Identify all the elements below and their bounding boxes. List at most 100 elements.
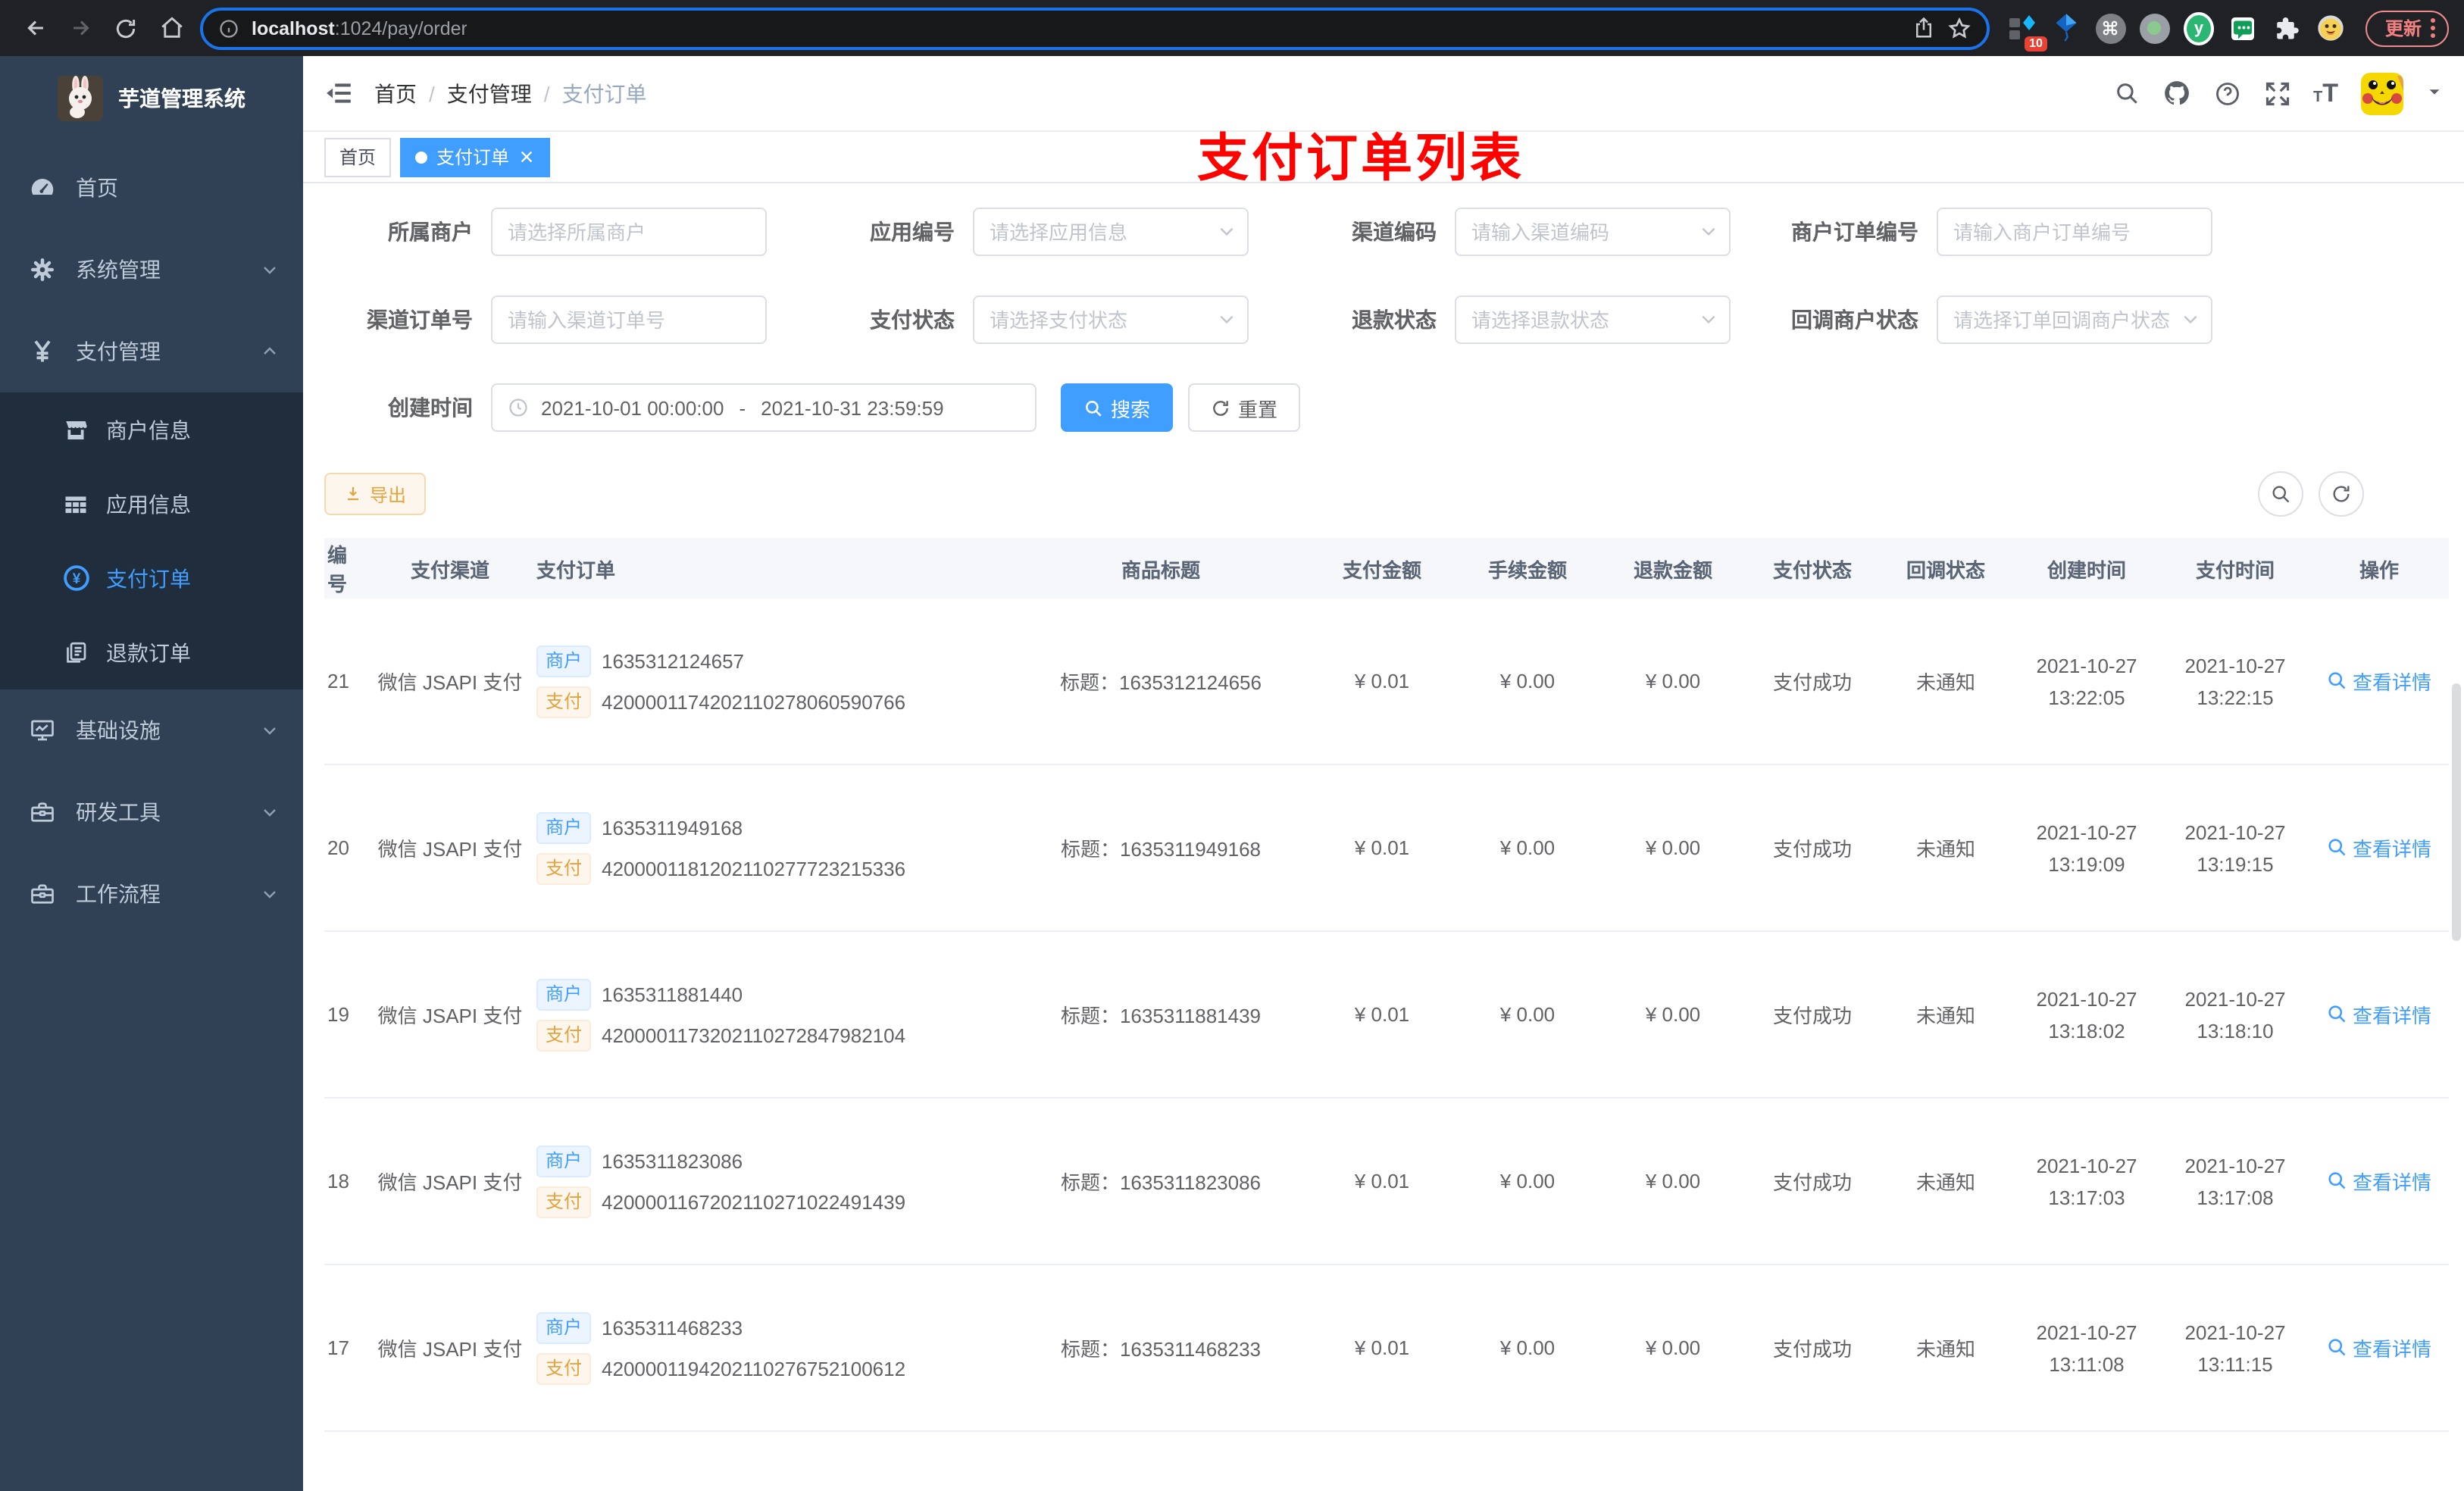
text-input-商户订单编号[interactable] [1937,208,2212,256]
cell-channel: 微信 JSAPI 支付 [377,1338,523,1361]
view-detail-link[interactable]: 查看详情 [2327,833,2431,862]
paid-part: 2021-10-27 [2184,821,2286,843]
column-header-order: 支付订单 [536,558,616,581]
cell-channel: 微信 JSAPI 支付 [377,1005,523,1027]
select-input-应用编号[interactable] [973,208,1249,256]
extension-record-icon[interactable] [2139,13,2170,43]
app-logo[interactable]: 芋道管理系统 [0,56,303,141]
breadcrumb-item-首页[interactable]: 首页 [374,78,417,108]
filter-field-渠道编码: 渠道编码 [1288,208,1770,256]
show-search-icon[interactable] [2258,471,2303,517]
sidebar-item-label: 商户信息 [106,417,191,442]
grid-icon [61,490,91,517]
address-bar[interactable]: localhost:1024/pay/order [200,7,1990,49]
cell-amount: ¥ 0.01 [1354,1170,1410,1192]
breadcrumb-item-支付管理[interactable]: 支付管理 [447,78,532,108]
sidebar-item-工作流程[interactable]: 工作流程 [0,853,303,935]
browser-menu-icon[interactable] [2431,18,2435,38]
help-icon[interactable] [2213,80,2240,107]
date-filter-row: 创建时间 2021-10-01 00:00:00 - 2021-10-31 23… [324,383,2449,432]
paid-part: 13:19:15 [2197,852,2274,875]
created-part: 13:22:05 [2048,686,2125,708]
avatar-caret-icon[interactable] [2426,80,2443,107]
tag-支付订单[interactable]: 支付订单 [400,137,551,177]
paid-part: 2021-10-27 [2184,1154,2286,1177]
column-header-created: 创建时间 [2047,558,2126,581]
sidebar-item-应用信息[interactable]: 应用信息 [0,467,303,541]
scrollbar[interactable] [2452,683,2461,941]
sidebar-item-label: 首页 [76,176,118,200]
forward-icon[interactable] [61,8,100,48]
view-detail-link[interactable]: 查看详情 [2327,1167,2431,1196]
back-icon[interactable] [15,8,55,48]
filter-label: 渠道编码 [1352,220,1437,244]
cell-action: 查看详情 [2309,1333,2449,1363]
github-icon[interactable] [2162,79,2190,108]
fullscreen-icon[interactable] [2263,80,2290,107]
extensions-puzzle-icon[interactable] [2272,13,2302,43]
select-渠道编码 [1455,208,1731,256]
sidebar-item-退款订单[interactable]: 退款订单 [0,615,303,689]
reset-button[interactable]: 重置 [1188,383,1301,432]
select-input-回调商户状态[interactable] [1937,295,2212,344]
sidebar-item-商户信息[interactable]: 商户信息 [0,392,303,467]
extension-kite-icon[interactable] [2052,13,2082,43]
export-button[interactable]: 导出 [324,473,427,515]
sidebar-item-支付管理[interactable]: 支付管理 [0,311,303,392]
search-button[interactable]: 搜索 [1061,383,1174,432]
sidebar-item-研发工具[interactable]: 研发工具 [0,771,303,853]
chevron-down-icon [261,885,279,903]
sidebar-item-基础设施[interactable]: 基础设施 [0,689,303,771]
text-input-渠道订单号[interactable] [491,295,767,344]
table-tools [2258,471,2364,517]
date-range-input[interactable]: 2021-10-01 00:00:00 - 2021-10-31 23:59:5… [491,383,1037,432]
sidebar-item-首页[interactable]: 首页 [0,147,303,229]
extension-command-icon[interactable] [2095,13,2126,43]
user-avatar[interactable] [2361,72,2403,114]
channel-order-no: 4200001181202110277723215336 [602,857,906,880]
filter-label: 商户订单编号 [1791,220,1918,244]
cell-channel: 微信 JSAPI 支付 [377,1171,523,1194]
extension-y-icon[interactable]: y [2183,11,2214,45]
view-detail-link[interactable]: 查看详情 [2327,1333,2431,1362]
yen-icon [27,338,58,365]
home-icon[interactable] [152,8,191,48]
profile-emoji-icon[interactable] [2315,13,2346,43]
cell-order: 商户 1635312124657 支付 42000011742021102780605… [530,636,1012,727]
select-input-支付状态[interactable] [973,295,1249,344]
cell-created: 2021-10-27 13:18:02 [2012,983,2161,1046]
sidebar-item-label: 工作流程 [76,882,161,906]
share-icon[interactable] [1912,17,1935,39]
header-search-icon[interactable] [2113,80,2139,106]
refresh-icon[interactable] [2319,471,2364,517]
breadcrumb-separator: / [543,81,550,105]
channel-order-no: 4200001173202110272847982104 [602,1024,906,1046]
sidebar-item-支付订单[interactable]: ¥ 支付订单 [0,541,303,615]
sidebar-toggle-icon[interactable] [324,79,353,108]
text-input-所属商户[interactable] [491,208,767,256]
cell-amount: ¥ 0.01 [1354,836,1410,859]
tag-close-icon[interactable] [518,148,535,165]
column-header-paid: 支付时间 [2195,558,2275,581]
cell-created: 2021-10-27 13:22:05 [2012,649,2161,713]
extension-chat-icon[interactable] [2228,13,2258,43]
sidebar-item-系统管理[interactable]: 系统管理 [0,229,303,311]
date-filter-label: 创建时间 [388,395,473,420]
tag-首页[interactable]: 首页 [324,137,392,177]
bookmark-star-icon[interactable] [1947,16,1972,40]
created-part: 2021-10-27 [2036,987,2137,1010]
view-detail-link[interactable]: 查看详情 [2327,667,2431,695]
view-detail-link[interactable]: 查看详情 [2327,1000,2431,1029]
cell-refund: ¥ 0.00 [1645,1170,1701,1192]
reload-icon[interactable] [106,8,145,48]
select-input-退款状态[interactable] [1455,295,1731,344]
cell-paid: 2021-10-27 13:18:10 [2161,983,2309,1046]
font-size-icon[interactable]: TT [2313,80,2338,106]
browser-update-button[interactable]: 更新 [2365,10,2449,46]
table-row: 商户1635311054796 [324,1432,2449,1491]
cell-amount: ¥ 0.01 [1354,1336,1410,1359]
extension-pixel-icon[interactable]: 10 [2008,13,2047,51]
select-input-渠道编码[interactable] [1455,208,1731,256]
filter-label: 退款状态 [1352,308,1437,332]
site-info-icon[interactable] [218,17,239,39]
